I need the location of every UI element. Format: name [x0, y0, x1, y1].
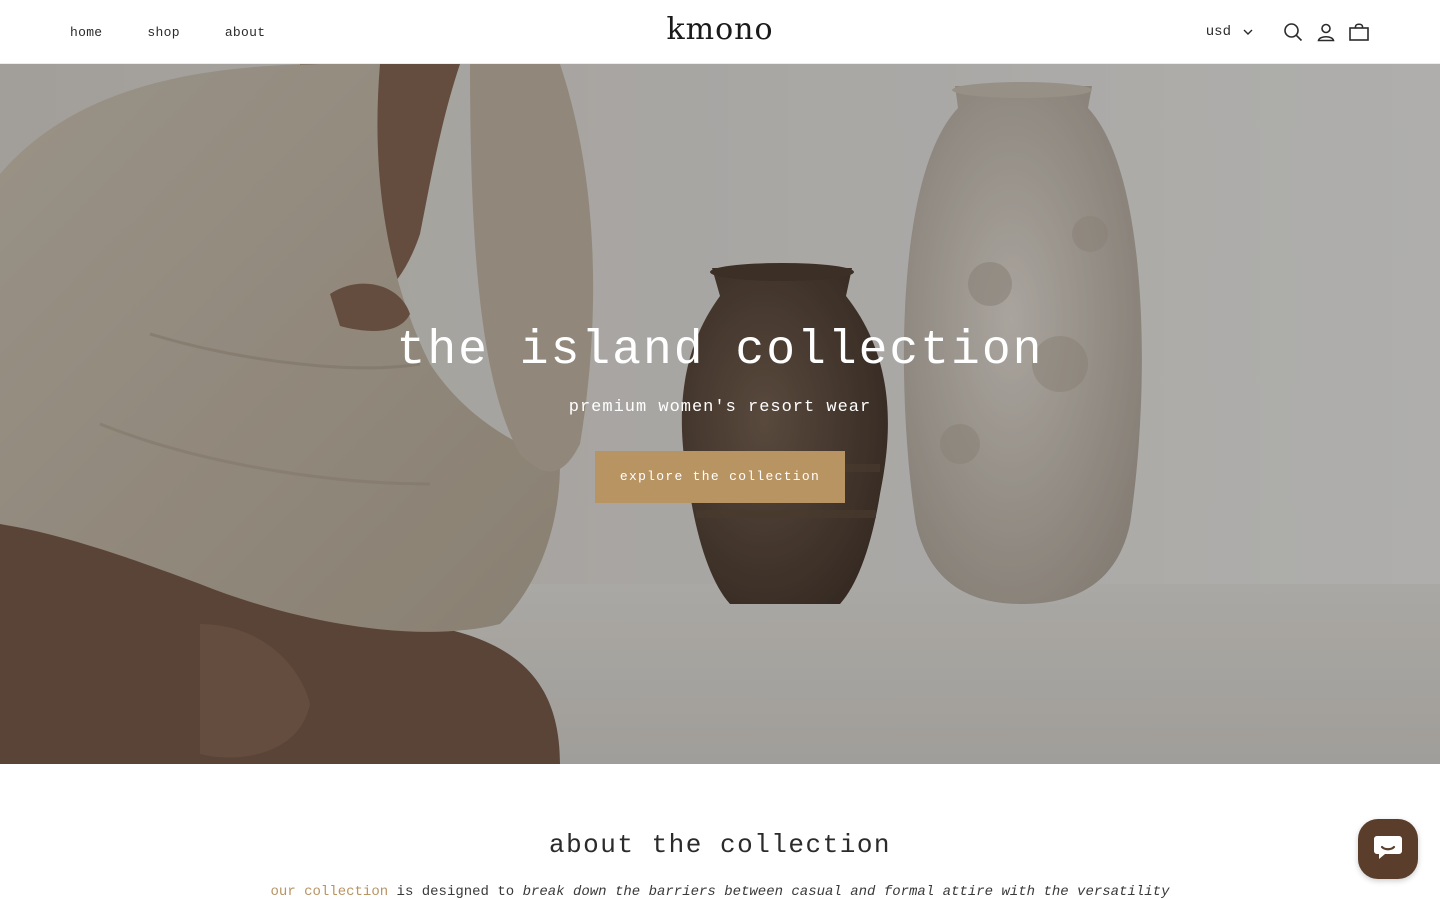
currency-selector[interactable]: usd — [1206, 24, 1253, 40]
about-text-mid: is designed to — [388, 884, 523, 900]
chevron-down-icon — [1243, 29, 1253, 35]
chat-button[interactable] — [1358, 819, 1418, 879]
hero-title: the island collection — [396, 324, 1044, 378]
about-section: about the collection our collection is d… — [0, 764, 1440, 900]
about-text-italic: break down the barriers between casual a… — [522, 884, 1170, 900]
cart-icon[interactable] — [1348, 21, 1370, 43]
explore-collection-button[interactable]: explore the collection — [594, 451, 846, 503]
currency-label: usd — [1205, 24, 1231, 40]
hero-banner: the island collection premium women's re… — [0, 64, 1440, 764]
about-title: about the collection — [548, 830, 892, 860]
search-icon[interactable] — [1282, 21, 1304, 43]
site-header: home shop about kmono usd — [0, 0, 1440, 64]
our-collection-link[interactable]: our collection — [271, 884, 389, 900]
header-tools: usd — [1206, 0, 1370, 64]
chat-icon — [1373, 833, 1403, 866]
hero-content: the island collection premium women's re… — [0, 324, 1440, 503]
about-text: our collection is designed to break down… — [0, 884, 1440, 900]
account-icon[interactable] — [1315, 21, 1337, 43]
hero-subtitle: premium women's resort wear — [568, 398, 872, 417]
